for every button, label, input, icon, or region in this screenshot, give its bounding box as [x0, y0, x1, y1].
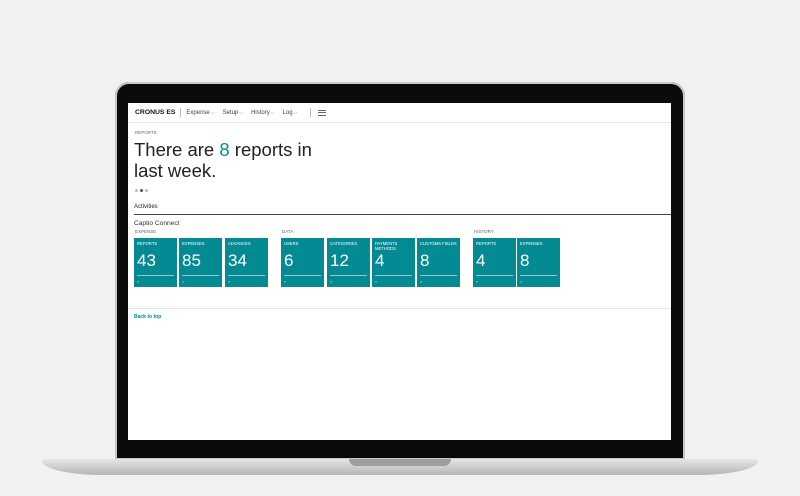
carousel-dot-active[interactable] — [140, 189, 143, 192]
tile-value: 43 — [137, 251, 156, 270]
tile-label: ADVANCES — [228, 241, 251, 246]
tile-footer: > — [182, 279, 185, 284]
tile-value: 4 — [476, 251, 486, 270]
tile-rule — [228, 275, 265, 276]
nav-divider — [310, 108, 312, 117]
nav-setup-label: Setup — [222, 109, 239, 116]
tile-expenses[interactable]: EXPENSES 85 > — [179, 238, 222, 287]
nav-setup[interactable]: Setup ⌵ — [223, 110, 243, 116]
tile-label: PAYMENTS METHODS — [375, 241, 398, 251]
tile-payment-methods[interactable]: PAYMENTS METHODS 4 > — [372, 238, 415, 287]
nav-expense[interactable]: Expense ⌵ — [186, 110, 214, 116]
nav-log-label: Log — [282, 109, 293, 116]
cue-group-title: Captio Connect — [134, 220, 180, 227]
tile-custom-fields[interactable]: CUSTOMS FIELDS 8 > — [417, 238, 460, 287]
tile-value: 85 — [182, 251, 201, 270]
carousel-dot[interactable] — [145, 189, 148, 192]
tile-users[interactable]: USERS 6 > — [281, 238, 324, 287]
chevron-down-icon: ⌵ — [293, 109, 298, 116]
tile-rule — [330, 275, 367, 276]
tile-categories[interactable]: CATEGORIES 12 > — [327, 238, 370, 287]
tile-footer: > — [520, 279, 523, 284]
app-screen: CRONUS ES Expense ⌵ Setup ⌵ History ⌵ Log ⌵ … — [128, 103, 671, 440]
tile-rule — [476, 275, 513, 276]
tile-footer: > — [284, 279, 287, 284]
carousel-dots[interactable] — [135, 189, 148, 192]
tile-reports[interactable]: REPORTS 43 > — [134, 238, 177, 287]
headline: There are 8 reports in last week. — [134, 139, 334, 181]
section-label-data: DATA — [282, 229, 294, 234]
company-name[interactable]: CRONUS ES — [135, 109, 175, 116]
tile-footer: > — [228, 279, 231, 284]
headline-prefix: There are — [134, 139, 220, 160]
section-label-expense: EXPENSE — [135, 229, 157, 234]
headline-count: 8 — [219, 139, 230, 160]
tile-value: 12 — [330, 251, 349, 270]
tile-rule — [420, 275, 457, 276]
tile-footer: > — [330, 279, 333, 284]
tile-rule — [375, 275, 412, 276]
nav-history[interactable]: History ⌵ — [251, 110, 274, 116]
tile-footer: > — [476, 279, 479, 284]
back-to-top-link[interactable]: Back to top — [134, 314, 161, 320]
activities-divider — [134, 214, 671, 215]
nav-divider — [180, 108, 182, 117]
tile-label: CUSTOMS FIELDS — [420, 241, 457, 246]
tile-label: USERS — [284, 241, 299, 246]
top-navbar: CRONUS ES Expense ⌵ Setup ⌵ History ⌵ Log ⌵ — [128, 103, 671, 123]
tile-value: 4 — [375, 251, 385, 270]
tile-rule — [182, 275, 219, 276]
hamburger-menu-icon[interactable] — [318, 109, 327, 116]
nav-expense-label: Expense — [186, 109, 210, 116]
chevron-down-icon: ⌵ — [210, 109, 215, 116]
tile-value: 34 — [228, 251, 247, 270]
chevron-down-icon: ⌵ — [270, 109, 275, 116]
tile-rule — [520, 275, 557, 276]
tile-label: CATEGORIES — [330, 241, 358, 246]
tile-history-expenses[interactable]: EXPENSES 8 > — [517, 238, 560, 287]
tile-rule — [137, 275, 174, 276]
tile-footer: > — [137, 279, 140, 284]
nav-history-label: History — [251, 109, 270, 116]
nav-log[interactable]: Log ⌵ — [283, 110, 298, 116]
tile-label: REPORTS — [137, 241, 158, 246]
tile-advances[interactable]: ADVANCES 34 > — [225, 238, 268, 287]
tile-label: REPORTS — [476, 241, 497, 246]
section-divider — [128, 308, 671, 309]
headline-caption: REPORTS — [135, 130, 157, 135]
section-label-history: HISTORY — [474, 229, 494, 234]
tile-value: 8 — [420, 251, 430, 270]
tile-footer: > — [420, 279, 423, 284]
tile-label: EXPENSES — [182, 241, 205, 246]
tile-value: 8 — [520, 251, 530, 270]
tile-label: EXPENSES — [520, 241, 543, 246]
tile-history-reports[interactable]: REPORTS 4 > — [473, 238, 516, 287]
activities-heading: Activities — [134, 204, 158, 210]
tile-value: 6 — [284, 251, 294, 270]
chevron-down-icon: ⌵ — [239, 109, 244, 116]
tile-footer: > — [375, 279, 378, 284]
laptop-notch — [349, 459, 451, 466]
tile-rule — [284, 275, 321, 276]
carousel-dot[interactable] — [135, 189, 138, 192]
